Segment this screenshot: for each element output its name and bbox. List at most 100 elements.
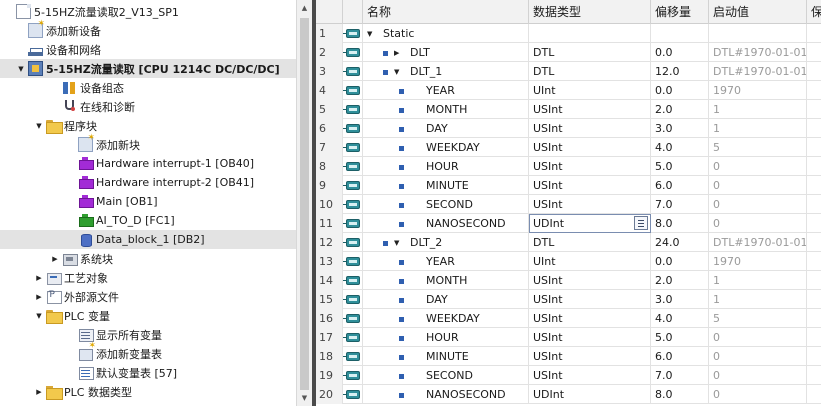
start-value-cell[interactable]: 0: [709, 214, 807, 233]
tree-item[interactable]: ▶ 系统块: [0, 249, 296, 268]
row-number[interactable]: 13: [316, 252, 343, 271]
name-cell[interactable]: ▼ DLT_2: [363, 233, 529, 252]
row-number[interactable]: 2: [316, 43, 343, 62]
name-cell[interactable]: DAY: [363, 119, 529, 138]
table-row[interactable]: 11 NANOSECOND UDInt 8.0 0: [316, 214, 821, 233]
header-data-type[interactable]: 数据类型: [529, 0, 651, 24]
row-number[interactable]: 16: [316, 309, 343, 328]
data-type-cell[interactable]: USInt: [529, 176, 651, 195]
expand-right-icon[interactable]: ▶: [34, 268, 44, 287]
tree-item[interactable]: AI_TO_D [FC1]: [0, 211, 296, 230]
name-cell[interactable]: YEAR: [363, 81, 529, 100]
expand-right-icon[interactable]: ▶: [34, 287, 44, 306]
row-number[interactable]: 9: [316, 176, 343, 195]
retain-cell[interactable]: [807, 62, 821, 81]
name-cell[interactable]: ▼ DLT_1: [363, 62, 529, 81]
data-type-cell[interactable]: UDInt: [529, 385, 651, 404]
header-offset[interactable]: 偏移量: [651, 0, 709, 24]
row-number[interactable]: 17: [316, 328, 343, 347]
start-value-cell[interactable]: DTL#1970-01-01-: [709, 233, 807, 252]
tree-item[interactable]: Data_block_1 [DB2]: [0, 230, 296, 249]
name-cell[interactable]: HOUR: [363, 157, 529, 176]
start-value-cell[interactable]: 1: [709, 290, 807, 309]
retain-cell[interactable]: [807, 100, 821, 119]
expand-right-icon[interactable]: ▶: [34, 382, 44, 401]
retain-cell[interactable]: [807, 385, 821, 404]
tree-item[interactable]: 添加新块: [0, 133, 296, 154]
retain-cell[interactable]: [807, 176, 821, 195]
table-row[interactable]: 4 YEAR UInt 0.0 1970: [316, 81, 821, 100]
retain-cell[interactable]: [807, 252, 821, 271]
retain-cell[interactable]: [807, 233, 821, 252]
retain-cell[interactable]: [807, 309, 821, 328]
start-value-cell[interactable]: 0: [709, 195, 807, 214]
table-row[interactable]: 2 ▶ DLT DTL 0.0 DTL#1970-01-01-: [316, 43, 821, 62]
retain-cell[interactable]: [807, 328, 821, 347]
start-value-cell[interactable]: 5: [709, 138, 807, 157]
retain-cell[interactable]: [807, 214, 821, 233]
expand-down-icon[interactable]: ▼: [16, 59, 26, 78]
table-row[interactable]: 8 HOUR USInt 5.0 0: [316, 157, 821, 176]
data-type-cell[interactable]: DTL: [529, 233, 651, 252]
retain-cell[interactable]: [807, 195, 821, 214]
start-value-cell[interactable]: 5: [709, 309, 807, 328]
row-number[interactable]: 6: [316, 119, 343, 138]
scroll-up-icon[interactable]: ▲: [297, 0, 312, 16]
start-value-cell[interactable]: 0: [709, 176, 807, 195]
tree-item[interactable]: 添加新变量表: [0, 341, 296, 363]
name-cell[interactable]: NANOSECOND: [363, 385, 529, 404]
data-type-cell[interactable]: USInt: [529, 347, 651, 366]
data-type-cell[interactable]: DTL: [529, 43, 651, 62]
table-row[interactable]: 20 NANOSECOND UDInt 8.0 0: [316, 385, 821, 404]
row-number[interactable]: 7: [316, 138, 343, 157]
data-type-cell[interactable]: USInt: [529, 157, 651, 176]
table-row[interactable]: 9 MINUTE USInt 6.0 0: [316, 176, 821, 195]
expand-icon[interactable]: ▶: [394, 44, 404, 63]
retain-cell[interactable]: [807, 157, 821, 176]
row-number[interactable]: 5: [316, 100, 343, 119]
row-number[interactable]: 8: [316, 157, 343, 176]
retain-cell[interactable]: [807, 366, 821, 385]
tree-item[interactable]: ▶ PLC 数据类型: [0, 382, 296, 401]
start-value-cell[interactable]: 1: [709, 271, 807, 290]
table-row[interactable]: 19 SECOND USInt 7.0 0: [316, 366, 821, 385]
expand-down-icon[interactable]: ▼: [34, 116, 44, 135]
row-number[interactable]: 10: [316, 195, 343, 214]
name-cell[interactable]: ▶ DLT: [363, 43, 529, 62]
retain-cell[interactable]: [807, 24, 821, 43]
table-row[interactable]: 1 ▼ Static: [316, 24, 821, 43]
table-row[interactable]: 6 DAY USInt 3.0 1: [316, 119, 821, 138]
table-row[interactable]: 14 MONTH USInt 2.0 1: [316, 271, 821, 290]
name-cell[interactable]: MINUTE: [363, 347, 529, 366]
name-cell[interactable]: ▼ Static: [363, 24, 529, 43]
row-number[interactable]: 11: [316, 214, 343, 233]
row-number[interactable]: 3: [316, 62, 343, 81]
name-cell[interactable]: WEEKDAY: [363, 309, 529, 328]
start-value-cell[interactable]: 1: [709, 100, 807, 119]
data-type-cell[interactable]: USInt: [529, 309, 651, 328]
data-type-cell[interactable]: USInt: [529, 138, 651, 157]
table-row[interactable]: 15 DAY USInt 3.0 1: [316, 290, 821, 309]
table-row[interactable]: 17 HOUR USInt 5.0 0: [316, 328, 821, 347]
name-cell[interactable]: HOUR: [363, 328, 529, 347]
header-retain[interactable]: 保: [807, 0, 821, 24]
table-row[interactable]: 7 WEEKDAY USInt 4.0 5: [316, 138, 821, 157]
retain-cell[interactable]: [807, 43, 821, 62]
name-cell[interactable]: WEEKDAY: [363, 138, 529, 157]
data-type-cell[interactable]: USInt: [529, 119, 651, 138]
data-type-cell[interactable]: DTL: [529, 62, 651, 81]
collapse-icon[interactable]: ▼: [394, 63, 404, 82]
start-value-cell[interactable]: 0: [709, 366, 807, 385]
header-start-value[interactable]: 启动值: [709, 0, 807, 24]
name-cell[interactable]: DAY: [363, 290, 529, 309]
tree-item[interactable]: 添加新设备: [0, 19, 296, 40]
row-number[interactable]: 4: [316, 81, 343, 100]
data-type-cell[interactable]: UInt: [529, 252, 651, 271]
start-value-cell[interactable]: 0: [709, 347, 807, 366]
scroll-down-icon[interactable]: ▼: [297, 390, 312, 406]
start-value-cell[interactable]: 0: [709, 328, 807, 347]
retain-cell[interactable]: [807, 347, 821, 366]
type-picker-icon[interactable]: [634, 216, 648, 230]
name-cell[interactable]: YEAR: [363, 252, 529, 271]
row-number[interactable]: 18: [316, 347, 343, 366]
